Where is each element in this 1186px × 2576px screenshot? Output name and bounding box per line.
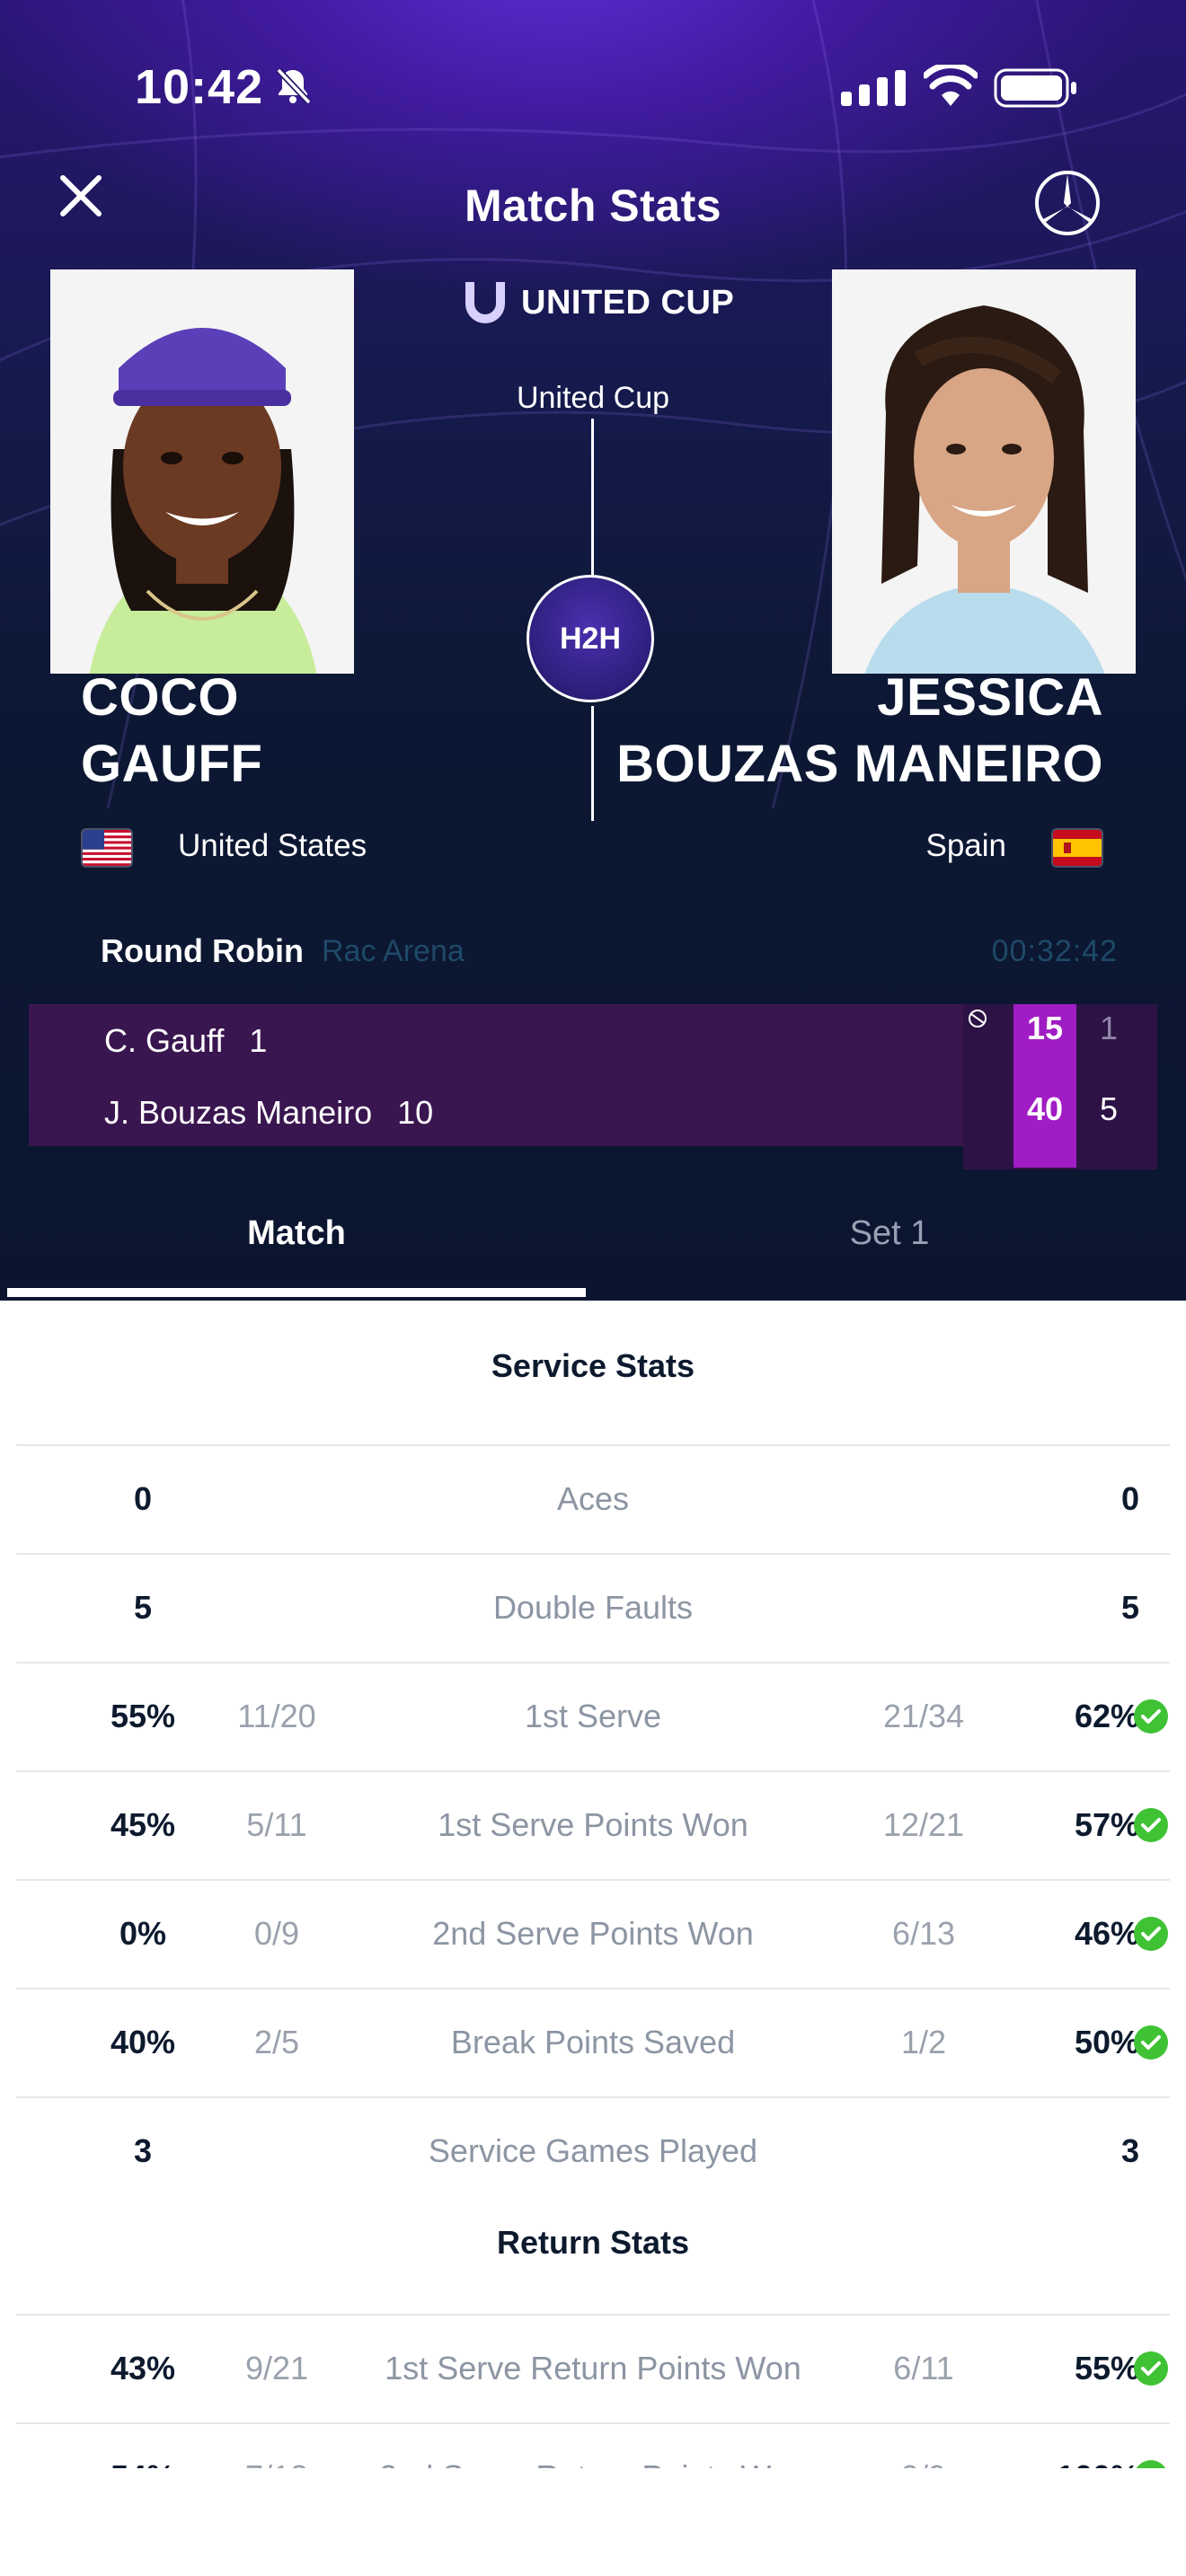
section-title-service: Service Stats bbox=[491, 1347, 695, 1384]
tab-set-1[interactable]: Set 1 bbox=[593, 1214, 1186, 1253]
stat-label: 2nd Serve Return Points Won bbox=[16, 2458, 1170, 2468]
tab-match[interactable]: Match bbox=[0, 1214, 593, 1253]
set1-score-right: 5 bbox=[1099, 1090, 1119, 1127]
player-photo-left bbox=[50, 269, 354, 674]
set1-score-left: 1 bbox=[1099, 1010, 1119, 1046]
competition-logo-text: UNITED CUP bbox=[521, 284, 735, 322]
active-tab-indicator bbox=[7, 1288, 586, 1297]
check-circle-icon bbox=[1134, 1699, 1168, 1734]
score-games: 1 bbox=[249, 1022, 268, 1059]
stat-right-detail: 12/21 bbox=[882, 1806, 965, 1843]
stats-panel: Service Stats 0 Aces 0 5 Double Faults 5 55% 11… bbox=[0, 1301, 1186, 2468]
stat-row: 55% 11/20 1st Serve 21/34 62% bbox=[16, 1662, 1170, 1771]
round-label: Round Robin bbox=[101, 932, 304, 969]
stat-right-value: 57% bbox=[1074, 1806, 1139, 1843]
spain-flag-icon bbox=[1053, 830, 1102, 866]
player-country-left: United States bbox=[178, 828, 367, 863]
check-circle-icon bbox=[1134, 1917, 1168, 1951]
stat-right-detail: 1/2 bbox=[900, 2024, 947, 2060]
stat-label: Double Faults bbox=[492, 1589, 694, 1626]
match-header: 10:42 Match Stats UNITED CUP United Cup … bbox=[0, 0, 1186, 1301]
stat-right-value: 0 bbox=[1120, 1480, 1139, 1517]
player-first-name: JESSICA bbox=[877, 668, 1103, 727]
score-games: 10 bbox=[397, 1094, 434, 1131]
stat-right-detail: 6/13 bbox=[891, 1915, 956, 1952]
score-row-left: C. Gauff 1 bbox=[104, 1022, 267, 1060]
player-country-right: Spain bbox=[925, 828, 1006, 863]
stat-right-detail: 21/34 bbox=[882, 1698, 965, 1734]
cellular-signal-icon bbox=[841, 70, 906, 106]
score-player-name: C. Gauff bbox=[104, 1022, 225, 1059]
stat-right-value: 3 bbox=[1120, 2132, 1139, 2169]
player-last-name: BOUZAS MANEIRO bbox=[616, 735, 1103, 793]
stat-right-detail: 9/9 bbox=[852, 2458, 996, 2468]
stat-label: 1st Serve bbox=[524, 1698, 662, 1734]
stat-label: Aces bbox=[556, 1480, 630, 1517]
section-title-return: Return Stats bbox=[496, 2224, 690, 2261]
wifi-icon bbox=[924, 65, 978, 106]
serving-ball-icon bbox=[969, 1010, 987, 1028]
battery-icon bbox=[994, 68, 1076, 108]
divider-line bbox=[591, 706, 594, 821]
stat-row: 45% 5/11 1st Serve Points Won 12/21 57% bbox=[16, 1770, 1170, 1880]
stat-right-value: 62% bbox=[1074, 1698, 1139, 1734]
stat-label: 1st Serve Return Points Won bbox=[385, 2350, 801, 2386]
stat-right-value: 46% bbox=[1074, 1915, 1139, 1952]
stat-right-value: 55% bbox=[1074, 2350, 1139, 2386]
score-player-name: J. Bouzas Maneiro bbox=[104, 1094, 373, 1131]
player-name-right: JESSICA BOUZAS MANEIRO bbox=[616, 665, 1103, 798]
us-flag-icon bbox=[83, 830, 131, 866]
stat-right-value: 50% bbox=[1074, 2024, 1139, 2060]
stat-label: 2nd Serve Points Won bbox=[432, 1915, 754, 1952]
player-name-left: COCO GAUFF bbox=[81, 665, 262, 798]
stat-right-detail: 6/11 bbox=[893, 2350, 954, 2386]
page-title: Match Stats bbox=[464, 181, 722, 231]
check-circle-icon bbox=[1134, 1808, 1168, 1842]
player-first-name: COCO bbox=[81, 668, 239, 727]
status-time: 10:42 bbox=[135, 60, 264, 114]
check-circle-icon bbox=[1136, 2460, 1166, 2468]
player-last-name: GAUFF bbox=[81, 735, 263, 793]
divider-line bbox=[591, 419, 594, 577]
stat-row: 43% 9/21 1st Serve Return Points Won 6/11 55… bbox=[16, 2314, 1170, 2423]
stat-row: 0 Aces 0 bbox=[16, 1444, 1170, 1554]
points-right: 40 bbox=[1026, 1090, 1064, 1127]
mercedes-logo-icon bbox=[1035, 171, 1100, 235]
stat-row: 40% 2/5 Break Points Saved 1/2 50% bbox=[16, 1988, 1170, 2097]
stat-row: 5 Double Faults 5 bbox=[16, 1553, 1170, 1663]
bell-muted-icon bbox=[276, 67, 312, 105]
stat-row: 54%7/132nd Serve Return Points Won9/9100… bbox=[16, 2422, 1170, 2468]
stat-label: Break Points Saved bbox=[450, 2024, 736, 2060]
score-row-right: J. Bouzas Maneiro 10 bbox=[104, 1094, 433, 1132]
stat-label: Service Games Played bbox=[428, 2132, 758, 2169]
player-photo-right bbox=[832, 269, 1136, 674]
check-circle-icon bbox=[1134, 2025, 1168, 2060]
stat-row: 0% 0/9 2nd Serve Points Won 6/13 46% bbox=[16, 1879, 1170, 1989]
stat-label: 1st Serve Points Won bbox=[438, 1806, 748, 1843]
competition-name: United Cup bbox=[516, 381, 670, 415]
bottom-safe-area bbox=[0, 2468, 1186, 2576]
venue-label: Rac Arena bbox=[322, 934, 465, 968]
stat-right-value: 5 bbox=[1120, 1589, 1139, 1626]
stat-right-value: 100% bbox=[1022, 2458, 1139, 2468]
points-left: 15 bbox=[1026, 1010, 1064, 1046]
check-circle-icon bbox=[1134, 2351, 1168, 2386]
elapsed-time: 00:32:42 bbox=[991, 934, 1118, 968]
stat-row: 3 Service Games Played 3 bbox=[16, 2096, 1170, 2206]
